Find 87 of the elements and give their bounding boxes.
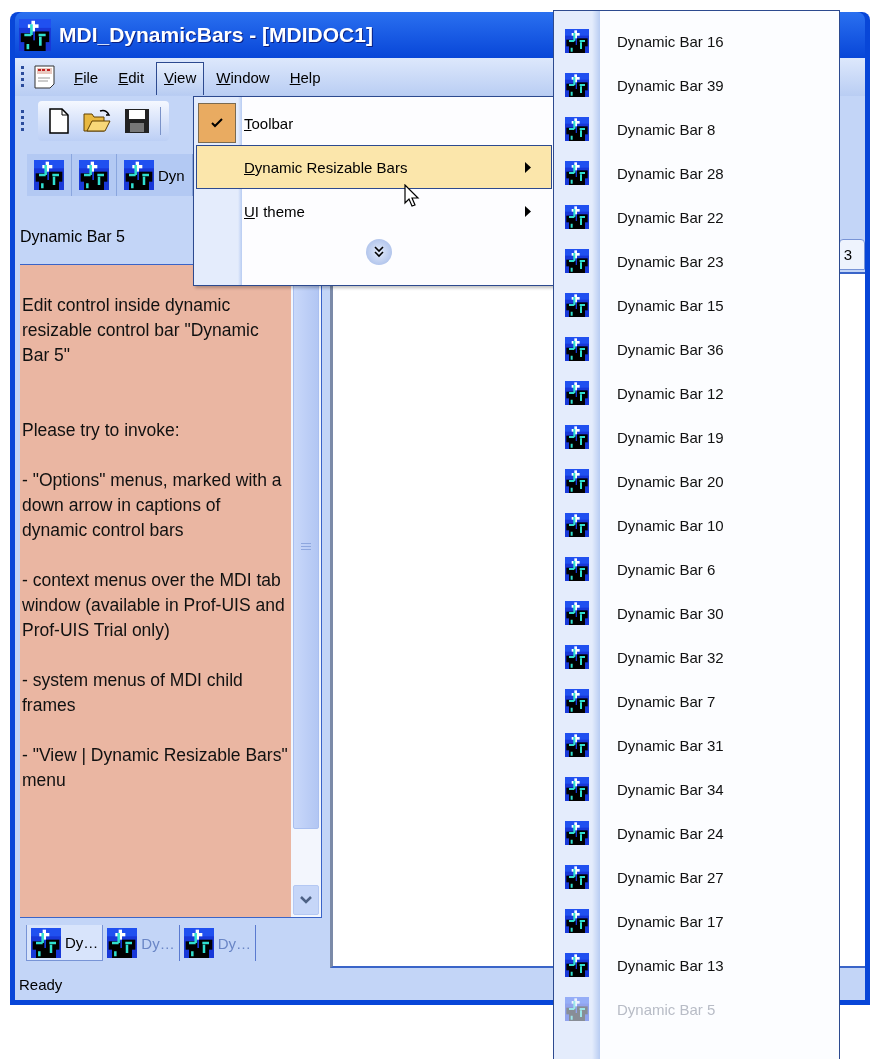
tree-icon — [565, 469, 589, 493]
checkbox[interactable] — [198, 103, 236, 143]
tree-icon — [565, 29, 589, 53]
menu-item[interactable]: File — [66, 59, 107, 95]
menu-item[interactable]: Dynamic Bar 31 — [554, 723, 839, 767]
menu-item[interactable]: Dynamic Bar 13 — [554, 943, 839, 987]
tree-icon — [79, 160, 109, 190]
edit-text: Edit control inside dynamic resizable control bar "Dynamic Bar 5" — [22, 294, 260, 367]
tree-icon — [565, 381, 589, 405]
panel-tab[interactable]: Dy… — [26, 925, 104, 961]
submenu-arrow-icon — [525, 205, 531, 217]
menu-item[interactable]: View — [156, 62, 205, 95]
menu-item[interactable]: Edit — [110, 59, 153, 95]
tree-icon — [565, 337, 589, 361]
menu-item[interactable]: Dynamic Bar 32 — [554, 635, 839, 679]
edit-text: - system menus of MDI child frames — [22, 669, 244, 717]
menu-item[interactable]: Dynamic Bar 19 — [554, 415, 839, 459]
menu-item[interactable]: Dynamic Bar 34 — [554, 767, 839, 811]
tree-icon — [107, 928, 138, 958]
tree-icon — [565, 117, 589, 141]
tree-icon — [565, 777, 589, 801]
edit-area[interactable] — [20, 265, 291, 917]
menu-item[interactable]: Dynamic Bar 15 — [554, 283, 839, 327]
bar-button[interactable] — [27, 154, 72, 196]
edit-text: Please try to invoke: — [22, 419, 181, 442]
chevron-down-icon — [299, 895, 313, 905]
checkmark-icon — [211, 118, 223, 128]
new-file-button[interactable] — [46, 106, 72, 136]
menu-item[interactable]: Dynamic Bar 20 — [554, 459, 839, 503]
tree-icon — [124, 160, 154, 190]
menu-item[interactable]: Dynamic Bar 6 — [554, 547, 839, 591]
status-text: Ready — [19, 975, 63, 993]
edit-text: - context menus over the MDI tab window (available in Prof-UIS and Prof-UIS Trial only) — [22, 569, 286, 642]
tree-icon — [565, 821, 589, 845]
tree-icon — [565, 425, 589, 449]
tree-icon — [565, 997, 589, 1021]
scroll-down-button[interactable] — [293, 885, 319, 915]
tree-icon — [565, 733, 589, 757]
save-button[interactable] — [122, 106, 152, 136]
tree-icon — [565, 161, 589, 185]
menu-item[interactable]: Dynamic Bar 22 — [554, 195, 839, 239]
menu-item[interactable]: Dynamic Bar 8 — [554, 107, 839, 151]
menu-item[interactable]: Dynamic Bar 23 — [554, 239, 839, 283]
tree-icon — [565, 953, 589, 977]
menu-item[interactable]: Dynamic Bar 10 — [554, 503, 839, 547]
tree-icon — [565, 73, 589, 97]
tree-icon — [565, 645, 589, 669]
tree-icon — [565, 293, 589, 317]
expand-menu-button[interactable] — [366, 239, 392, 265]
tree-icon — [565, 557, 589, 581]
tree-icon — [183, 928, 214, 958]
menu-item[interactable]: Dynamic Bar 16 — [554, 19, 839, 63]
double-chevron-icon — [374, 246, 384, 258]
edit-text: - "View | Dynamic Resizable Bars" menu — [22, 744, 289, 792]
menu-item[interactable]: Help — [281, 59, 329, 95]
menu-item[interactable]: Dynamic Bar 17 — [554, 899, 839, 943]
edit-text: - "Options" menus, marked with a down arrow in captions of dynamic control bars — [22, 469, 283, 542]
menu-item[interactable]: Dynamic Bar 36 — [554, 327, 839, 371]
menu-item[interactable]: Window — [208, 59, 278, 95]
menu-item[interactable]: Dynamic Resizable Bars — [196, 145, 552, 189]
tree-icon — [565, 601, 589, 625]
document-tab[interactable]: 3 — [838, 239, 865, 270]
tree-icon — [565, 513, 589, 537]
document-icon — [32, 64, 58, 90]
tree-icon — [565, 689, 589, 713]
menu-item[interactable]: Dynamic Bar 28 — [554, 151, 839, 195]
tree-icon — [19, 19, 51, 51]
submenu-arrow-icon — [525, 161, 531, 173]
menu-item[interactable]: Dynamic Bar 30 — [554, 591, 839, 635]
tree-icon — [565, 205, 589, 229]
menu-item[interactable]: Dynamic Bar 7 — [554, 679, 839, 723]
menu-item[interactable]: Dynamic Bar 39 — [554, 63, 839, 107]
menu-item[interactable]: Dynamic Bar 24 — [554, 811, 839, 855]
new-file-icon — [48, 108, 70, 134]
window-title: MDI_DynamicBars - [MDIDOC1] — [59, 23, 373, 47]
tree-icon — [34, 160, 64, 190]
menu-item[interactable]: UI theme — [196, 189, 552, 233]
menu-item[interactable]: Toolbar — [196, 101, 552, 145]
panel-caption: Dynamic Bar 5 — [20, 228, 125, 246]
folder-icon — [82, 108, 112, 134]
tree-icon — [565, 909, 589, 933]
menu-item[interactable]: Dynamic Bar 27 — [554, 855, 839, 899]
mouse-cursor-icon — [404, 184, 420, 208]
tree-icon — [565, 249, 589, 273]
tree-icon — [31, 927, 61, 958]
menu-item[interactable]: Dynamic Bar 12 — [554, 371, 839, 415]
tree-icon — [565, 865, 589, 889]
